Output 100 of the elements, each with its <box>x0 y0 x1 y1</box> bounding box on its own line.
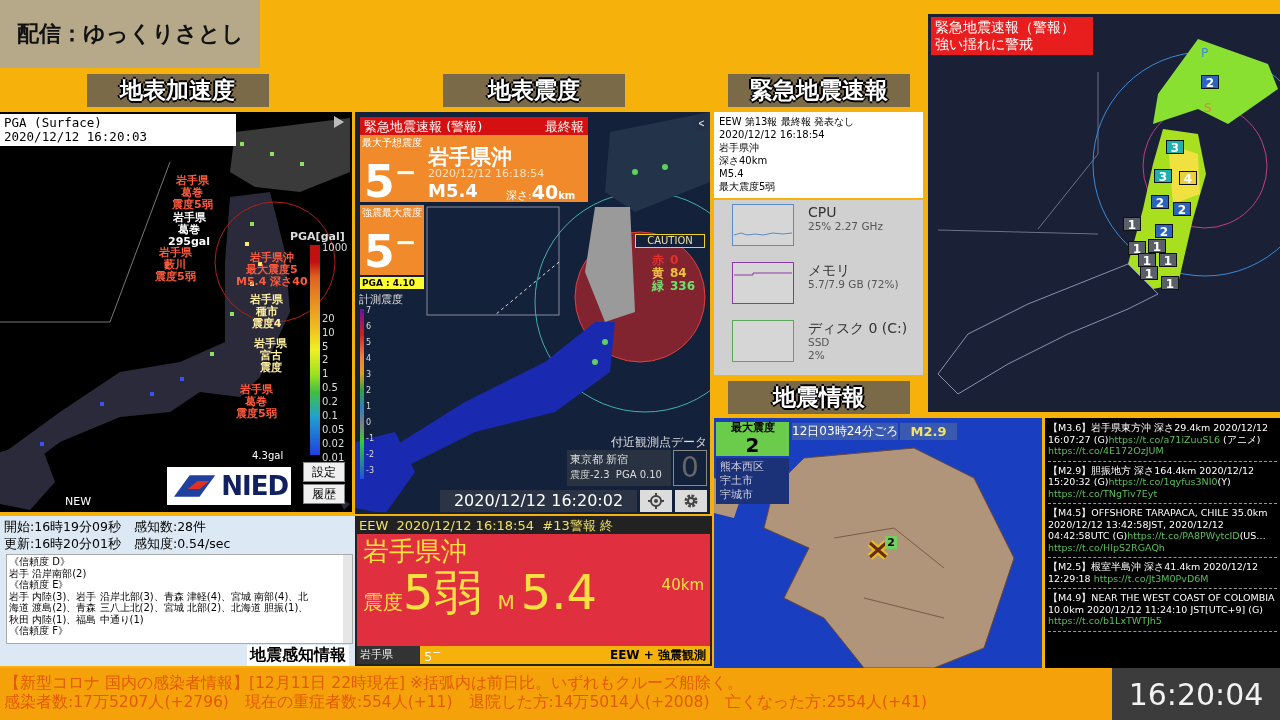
intensity-marker: 1 <box>1159 253 1177 267</box>
intensity-value: 5弱 <box>403 566 482 618</box>
magnitude-value: 5.4 <box>520 566 599 618</box>
link[interactable]: https://t.co/Jt3M0PvD6M <box>1093 572 1209 584</box>
link[interactable]: https://t.co/4E172OzJUM <box>1048 445 1164 457</box>
scale-label: 0 <box>366 418 372 427</box>
log-line: 《信頼度 D》 <box>9 556 71 568</box>
feed-entry: 【M4.5】OFFSHORE TARAPACA, CHILE 35.0km 2020/12/12 13:42:58JST, 2020/12/12 04:42:58UTC (G)https://t.co/PA8PWytcID(US… https://t.co/HIpS2RGAQh <box>1048 504 1277 558</box>
scale-label: 6 <box>366 322 372 331</box>
link[interactable]: https://t.co/1qyfus3NI0 <box>1108 476 1218 488</box>
map-label: 震度4 <box>251 318 282 330</box>
map-label: 葛巻 <box>245 396 268 408</box>
nearby-title: 付近観測点データ <box>610 434 707 451</box>
area-name: 宇土市 <box>720 474 754 488</box>
crosshair-icon <box>648 493 664 509</box>
eew-text-line: 2020/12/12 16:18:54 <box>719 128 826 141</box>
scale-label: 0.05 <box>322 424 345 435</box>
scale-title: 計測震度 <box>359 292 403 306</box>
intensity-marker: 2 <box>1151 195 1169 209</box>
eew-text-line: M5.4 <box>719 167 745 180</box>
map-label: 葛巻 <box>181 187 204 199</box>
detection-stats: 開始:16時19分09秒 感知数:28件 <box>4 518 208 535</box>
map-label: 震度5弱 <box>172 199 213 211</box>
station-name: 東京都 新宿 <box>570 452 630 467</box>
intensity-marker: 4 <box>1179 171 1197 185</box>
metric-value: 5.7/7.9 GB (72%) <box>808 278 899 291</box>
settings-icon <box>683 493 699 509</box>
locate-button[interactable] <box>640 490 672 512</box>
scale-title: PGA[gal] <box>290 230 345 243</box>
scale-label: -2 <box>366 450 374 459</box>
prefecture-name: 岩手県 <box>357 646 420 664</box>
observed-intensity: 5$^{−}$ <box>364 224 417 277</box>
log-line: 《信頼度 F》 <box>9 625 69 637</box>
log-line: 岩手 内陸(3)、岩手 沿岸北部(3)、青森 津軽(4)、宮城 南部(4)、北 <box>9 590 310 602</box>
feed-entry: 【M3.6】岩手県東方沖 深さ29.4km 2020/12/12 16:07:27 (G)https://t.co/a71iZuuSL6 (アニメ) https://t.co/4E172OzJUM <box>1048 419 1277 462</box>
map-label: M5.4 深さ40 <box>236 276 308 288</box>
scale-label: 0.01 <box>322 452 345 463</box>
scale-label: -3 <box>366 466 374 475</box>
metric-name: CPU <box>808 204 838 220</box>
scale-label: 1 <box>322 368 329 379</box>
area-name: 宇城市 <box>720 488 754 502</box>
depth-value: 40km <box>661 576 704 594</box>
link[interactable]: https://t.co/HIpS2RGAQh <box>1048 541 1165 553</box>
timestamp: 2020/12/12 16:20:03 <box>4 130 148 144</box>
scale-label: 1000 <box>322 242 348 253</box>
map-label: 岩手県沖 <box>249 252 294 264</box>
scale-label: 1 <box>366 402 372 411</box>
count-label: 赤 <box>652 254 664 267</box>
settings-button[interactable] <box>675 490 707 512</box>
intensity-marker: 3 <box>1166 140 1184 154</box>
prefecture-intensity: 5$^{−}$ <box>424 645 442 665</box>
link[interactable]: https://t.co/a71iZuuSL6 <box>1108 433 1220 445</box>
logo-text: NIED <box>221 471 288 501</box>
station-intensity: 0 <box>673 450 707 486</box>
scale-label: -1 <box>366 434 374 443</box>
map-label: 種市 <box>255 306 278 318</box>
section-header: 緊急地震速報 <box>727 73 910 107</box>
intensity-marker: 2 <box>1173 202 1191 216</box>
map-label: 岩手県 <box>250 294 283 306</box>
station-values: 震度-2.3 PGA 0.10 <box>570 468 663 482</box>
scale-label: 0.5 <box>322 382 338 393</box>
area-name: 熊本西区 <box>720 460 765 474</box>
feed-entry: 【M2.9】胆振地方 深さ164.4km 2020/12/12 15:20:32 (G)https://t.co/1qyfus3NI0(Y) https://t.co/TNgTiv7Eyt <box>1048 461 1277 504</box>
ticker-text: 感染者数:17万5207人(+2796) 現在の重症者数:554人(+11) 退院した方:14万5014人(+2008) 亡くなった方:2554人(+41) <box>4 693 928 712</box>
map-label: 岩手県 <box>239 384 273 396</box>
forecast-label: 最大予想震度 <box>362 136 422 150</box>
scale-label: 4 <box>366 354 372 363</box>
alert-line: 緊急地震速報（警報） <box>935 19 1076 36</box>
scale-label: 5 <box>366 338 372 347</box>
intensity-marker: 2 <box>1155 224 1173 238</box>
map-button[interactable]: 履歴 <box>303 484 345 504</box>
scale-label: 0.02 <box>322 438 345 449</box>
feed-entry: 【M4.9】NEAR THE WEST COAST OF COLOMBIA 10.0km 2020/12/12 11:24:10 JST[UTC+9] (G) https://t.co/b1LxTWTJh5 <box>1048 589 1277 632</box>
map-label: 295gal <box>168 236 211 248</box>
observed-label: 強震最大震度 <box>362 206 422 220</box>
scale-label: 3 <box>366 370 372 379</box>
ticker-text: 【新型コロナ 国内の感染者情報】[12月11日 22時現在] ※括弧内は前日比。いずれもクルーズ船除く。 <box>4 674 745 693</box>
play-icon <box>334 116 344 128</box>
link[interactable]: https://t.co/TNgTiv7Eyt <box>1048 487 1158 499</box>
map-button[interactable]: 設定 <box>303 462 345 482</box>
intensity-marker: 2 <box>1201 75 1219 89</box>
log-line: 岩手 沿岸南部(2) <box>9 567 88 579</box>
scale-label: 7 <box>366 306 372 315</box>
current-time: 2020/12/12 16:20:02 <box>440 490 637 512</box>
wave-label: P <box>1201 46 1209 60</box>
intensity-marker: 1 <box>1148 239 1166 253</box>
depth-label: 深さ: <box>506 189 532 202</box>
metric-name: メモリ <box>808 262 851 278</box>
quake-time: 12日03時24分ごろ <box>792 423 898 440</box>
collapse-button[interactable]: < <box>695 115 708 131</box>
scale-label: 20 <box>322 313 335 324</box>
metric-value: SSD <box>808 336 831 349</box>
depth-unit: km <box>558 190 576 201</box>
pga-value: PGA : 4.10 <box>360 277 424 289</box>
link[interactable]: https://t.co/b1LxTWTJh5 <box>1048 615 1162 627</box>
link[interactable]: https://t.co/PA8PWytcID <box>1127 530 1240 542</box>
scale-label: 2 <box>322 354 329 365</box>
count-value: 84 <box>670 267 687 280</box>
intensity-marker: 3 <box>1154 169 1172 183</box>
eew-text-line: 深さ40km <box>719 154 769 167</box>
